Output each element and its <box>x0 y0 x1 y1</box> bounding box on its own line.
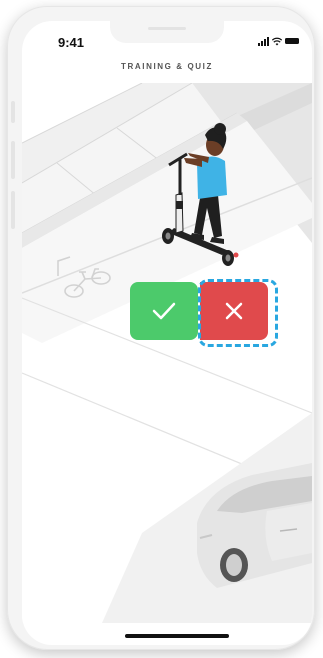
street-illustration <box>22 83 312 623</box>
checkmark-icon <box>152 302 176 320</box>
page-title: TRAINING & QUIZ <box>121 62 213 71</box>
notch <box>110 21 224 43</box>
battery-icon <box>285 38 299 44</box>
status-time: 9:41 <box>58 35 85 50</box>
wrong-answer-button[interactable] <box>200 282 268 340</box>
speaker <box>148 27 186 30</box>
volume-down-button <box>11 191 15 229</box>
correct-answer-button[interactable] <box>130 282 198 340</box>
mute-switch <box>11 101 15 123</box>
phone-frame: 9:41 TRAINING & QUIZ <box>7 6 315 650</box>
status-icons <box>258 35 299 47</box>
cellular-signal-icon <box>258 36 269 46</box>
home-indicator <box>125 634 229 638</box>
wifi-icon <box>272 37 282 45</box>
volume-up-button <box>11 141 15 179</box>
phone-screen: 9:41 TRAINING & QUIZ <box>22 21 312 645</box>
cross-icon <box>225 302 243 320</box>
